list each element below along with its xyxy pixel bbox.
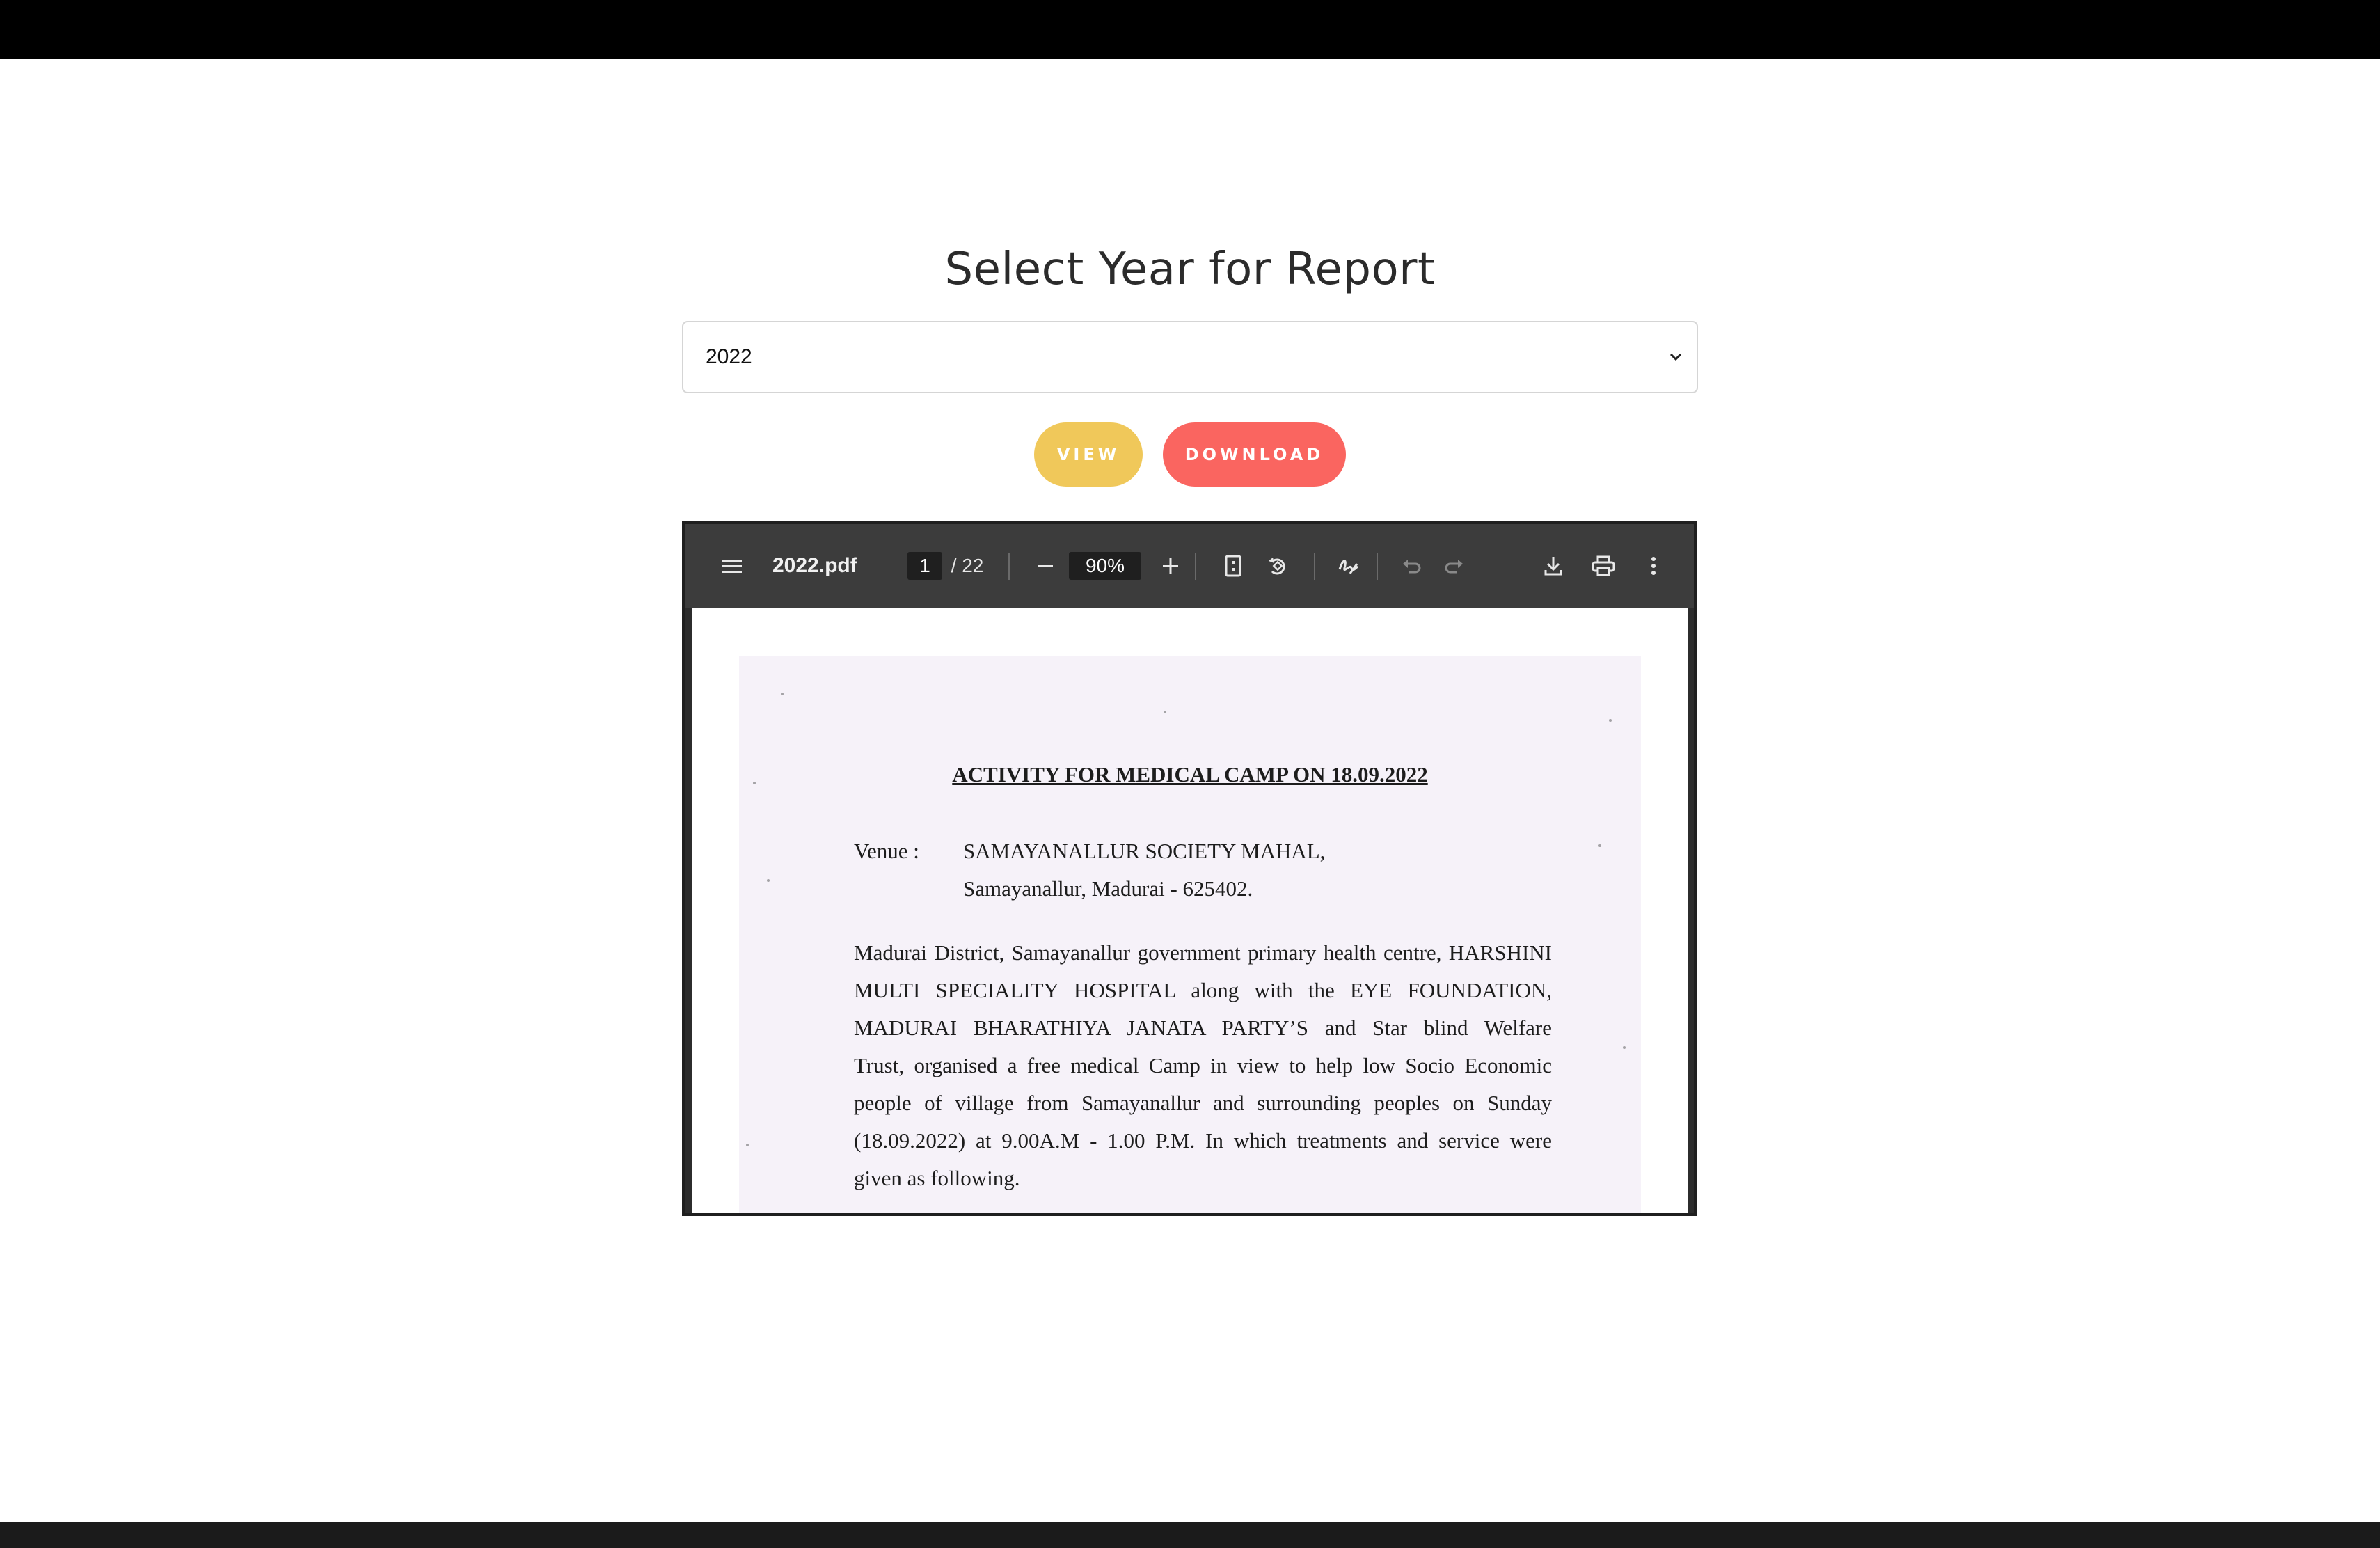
toolbar-divider: [1008, 553, 1010, 580]
pdf-toolbar: 2022.pdf 1 / 22 90%: [685, 524, 1694, 608]
venue-line-2: Samayanallur, Madurai - 625402.: [963, 876, 1253, 901]
scan-speck: [1623, 1046, 1626, 1049]
pdf-page: ACTIVITY FOR MEDICAL CAMP ON 18.09.2022 …: [692, 608, 1688, 1213]
top-bar: [0, 0, 2380, 59]
scan-speck: [746, 1144, 749, 1146]
pdf-viewer[interactable]: 2022.pdf 1 / 22 90% ACTIVITY FOR MEDICAL…: [682, 521, 1697, 1216]
toolbar-divider: [1195, 553, 1196, 580]
redo-icon[interactable]: [1435, 524, 1474, 608]
toolbar-divider: [1314, 553, 1315, 580]
more-options-icon[interactable]: [1634, 524, 1673, 608]
scanned-document: ACTIVITY FOR MEDICAL CAMP ON 18.09.2022 …: [739, 656, 1641, 1213]
venue-line-1: SAMAYANALLUR SOCIETY MAHAL,: [963, 839, 1326, 863]
venue-label: Venue :: [854, 839, 919, 863]
download-icon[interactable]: [1534, 524, 1573, 608]
rotate-icon[interactable]: [1258, 524, 1297, 608]
document-heading: ACTIVITY FOR MEDICAL CAMP ON 18.09.2022: [952, 762, 1428, 787]
paragraph-line: (18.09.2022) at 9.00A.M - 1.00 P.M. In w…: [854, 1128, 1552, 1153]
paragraph-line: Madurai District, Samayanallur governmen…: [854, 940, 1552, 965]
download-button[interactable]: DOWNLOAD: [1163, 422, 1346, 487]
paragraph-line: Trust, organised a free medical Camp in …: [854, 1053, 1552, 1077]
total-pages: / 22: [951, 555, 984, 576]
pdf-filename: 2022.pdf: [772, 554, 857, 577]
scan-speck: [1164, 711, 1166, 713]
paragraph-line: people of village from Samayanallur and …: [854, 1091, 1552, 1115]
paragraph-line: MADURAI BHARATHIYA JANATA PARTY’S and St…: [854, 1016, 1552, 1040]
year-select-value: 2022: [706, 345, 752, 368]
bottom-bar: [0, 1522, 2380, 1548]
scan-speck: [1598, 844, 1601, 847]
paragraph-line: given as following.: [854, 1166, 1020, 1190]
undo-icon[interactable]: [1392, 524, 1431, 608]
print-icon[interactable]: [1584, 524, 1623, 608]
zoom-input[interactable]: 90%: [1069, 552, 1141, 580]
fit-page-icon[interactable]: [1214, 524, 1253, 608]
annotate-icon[interactable]: [1329, 524, 1368, 608]
year-select[interactable]: 2022: [682, 321, 1698, 393]
menu-icon[interactable]: [713, 524, 752, 608]
scan-speck: [767, 879, 770, 882]
page-number-input[interactable]: 1: [907, 552, 942, 580]
scan-speck: [781, 693, 784, 695]
page-title: Select Year for Report: [944, 244, 1436, 295]
paragraph-line: MULTI SPECIALITY HOSPITAL along with the…: [854, 978, 1552, 1002]
zoom-out-icon[interactable]: [1026, 524, 1065, 608]
toolbar-divider: [1377, 553, 1378, 580]
chevron-down-icon: [1665, 346, 1687, 368]
scan-speck: [1609, 719, 1612, 722]
zoom-in-icon[interactable]: [1151, 524, 1190, 608]
view-button[interactable]: VIEW: [1034, 422, 1143, 487]
